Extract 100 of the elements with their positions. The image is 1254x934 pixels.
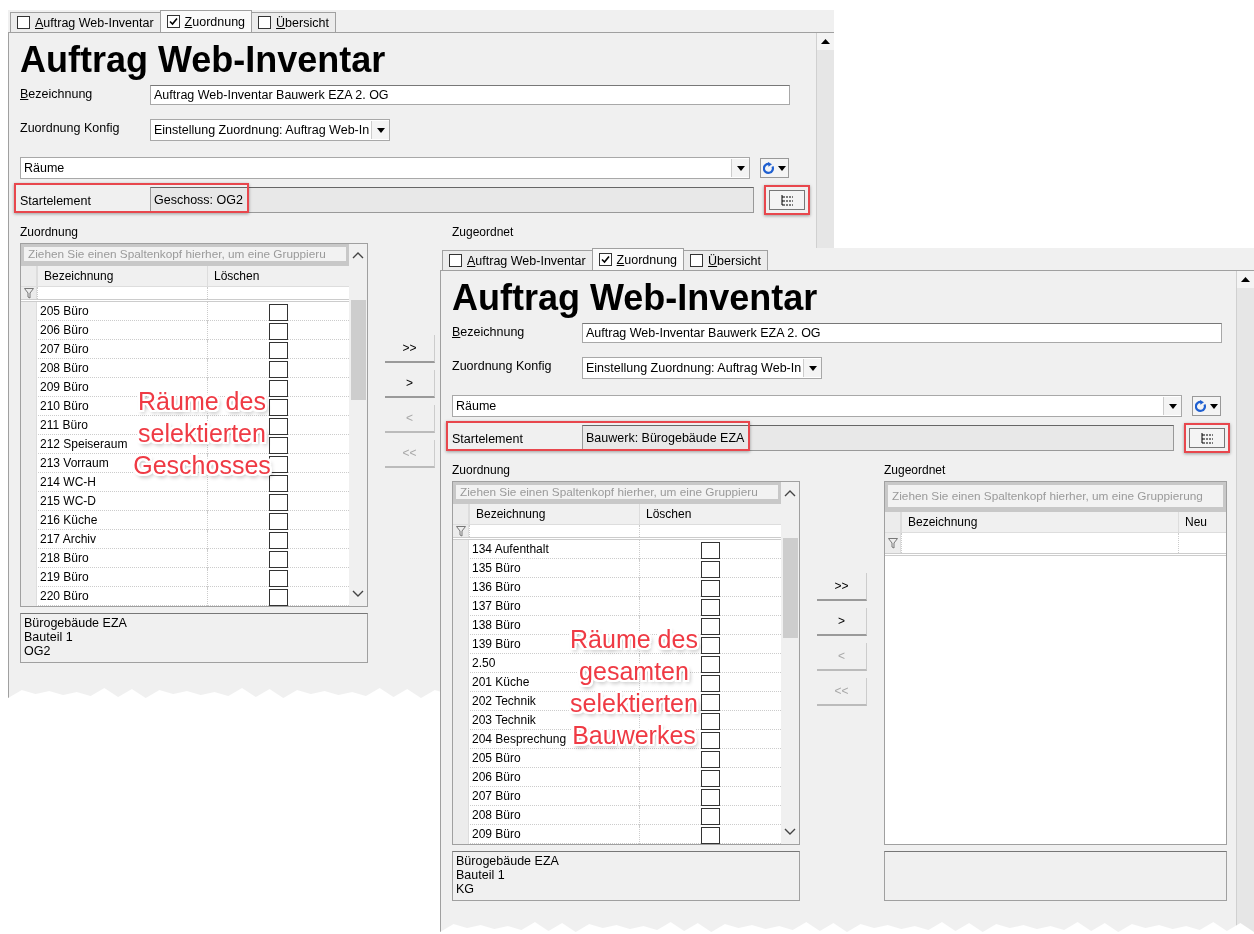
scrollbar[interactable] [349, 244, 367, 606]
caret-icon [736, 165, 745, 171]
column-header[interactable]: Bezeichnung [469, 504, 639, 524]
table-cell-text: 207 Büro [471, 788, 522, 805]
table-cell-text: 209 Büro [471, 826, 522, 843]
caret-icon [778, 165, 786, 171]
scroll-thumb[interactable] [782, 538, 798, 638]
table-cell-text: 202 Technik [471, 693, 537, 710]
checkbox[interactable] [269, 418, 288, 435]
table-cell-text: 217 Archiv [39, 531, 98, 548]
table-cell-text: 2.50 [471, 655, 497, 672]
chevron-down-icon [784, 828, 796, 836]
scroll-thumb[interactable] [350, 300, 366, 400]
chevron-up-icon [352, 252, 364, 260]
start-element-field: Bauwerk: Bürogebäude EZA [582, 425, 1174, 451]
checkbox[interactable] [701, 827, 720, 844]
scroll-up-icon [1241, 277, 1250, 282]
checkbox[interactable] [598, 253, 612, 266]
checkbox[interactable] [269, 494, 288, 511]
checkbox[interactable] [269, 513, 288, 530]
table-cell-text: 136 Büro [471, 579, 522, 596]
checkbox[interactable] [269, 551, 288, 568]
checkbox[interactable] [269, 437, 288, 454]
table-cell-text: 209 Büro [39, 379, 90, 396]
tab[interactable]: Übersicht [683, 250, 768, 270]
checkbox[interactable] [701, 599, 720, 616]
row-selector[interactable] [453, 525, 469, 537]
text-field[interactable]: Auftrag Web-Inventar Bauwerk EZA 2. OG [150, 85, 790, 105]
text-field[interactable]: Auftrag Web-Inventar Bauwerk EZA 2. OG [582, 323, 1222, 343]
checkbox[interactable] [269, 399, 288, 416]
table-cell-text: 205 Büro [471, 750, 522, 767]
checkbox[interactable] [269, 532, 288, 549]
checkbox[interactable] [701, 732, 720, 749]
row-selector[interactable] [885, 533, 901, 553]
table-cell-text: 220 Büro [39, 588, 90, 605]
checkbox[interactable] [701, 618, 720, 635]
tab[interactable]: Zuordnung [159, 10, 253, 32]
checkbox[interactable] [269, 323, 288, 340]
column-header[interactable]: Neu [1178, 512, 1226, 532]
checkbox[interactable] [258, 16, 272, 29]
checkbox[interactable] [269, 570, 288, 587]
transfer-button[interactable]: > [385, 370, 435, 398]
checkbox[interactable] [166, 15, 180, 28]
field-label: Startelement [20, 193, 92, 208]
tab[interactable]: Zuordnung [591, 248, 685, 270]
scrollbar[interactable] [781, 482, 799, 844]
checkbox[interactable] [690, 254, 704, 267]
checkbox[interactable] [269, 304, 288, 321]
transfer-button[interactable]: >> [385, 335, 435, 363]
field-label: Zuordnung Konfig [452, 358, 553, 373]
table-cell-text: 218 Büro [39, 550, 90, 567]
tab[interactable]: Auftrag Web-Inventar [442, 250, 593, 270]
field-label: Startelement [452, 431, 524, 446]
caret-icon [1168, 403, 1177, 409]
transfer-button[interactable]: > [817, 608, 867, 636]
tab[interactable]: Auftrag Web-Inventar [10, 12, 161, 32]
chevron-down-icon [352, 590, 364, 598]
config-dropdown[interactable]: Einstellung Zuordnung: Auftrag Web-In [582, 357, 822, 379]
table-cell-text: 219 Büro [39, 569, 90, 586]
caret-icon [808, 365, 817, 371]
table-cell-text: 204 Besprechung [471, 731, 568, 748]
checkbox[interactable] [701, 542, 720, 559]
checkbox[interactable] [701, 770, 720, 787]
type-dropdown[interactable]: Räume [452, 395, 1182, 417]
checkbox[interactable] [269, 589, 288, 606]
checkbox[interactable] [701, 713, 720, 730]
annotation-text: selektierten [138, 418, 266, 449]
refresh-button[interactable] [1192, 396, 1221, 416]
refresh-button[interactable] [760, 158, 789, 178]
checkbox[interactable] [701, 694, 720, 711]
checkbox[interactable] [701, 751, 720, 768]
checkbox[interactable] [269, 475, 288, 492]
path-text: Bürogebäude EZA [456, 854, 560, 868]
tab[interactable]: Übersicht [251, 12, 336, 32]
column-header[interactable]: Bezeichnung [37, 266, 207, 286]
table-cell-text: 206 Büro [471, 769, 522, 786]
checkbox[interactable] [701, 808, 720, 825]
transfer-button[interactable]: >> [817, 573, 867, 601]
checkbox[interactable] [269, 342, 288, 359]
checkbox[interactable] [17, 16, 30, 29]
checkbox[interactable] [701, 789, 720, 806]
table-cell-text: 213 Vorraum [39, 455, 110, 472]
row-selector[interactable] [21, 287, 37, 299]
checkbox[interactable] [701, 675, 720, 692]
column-header[interactable]: Bezeichnung [901, 512, 1178, 532]
type-dropdown[interactable]: Räume [20, 157, 750, 179]
config-dropdown[interactable]: Einstellung Zuordnung: Auftrag Web-In [150, 119, 390, 141]
table-cell-text: 201 Küche [471, 674, 531, 691]
checkbox[interactable] [269, 456, 288, 473]
checkbox[interactable] [701, 637, 720, 654]
checkbox[interactable] [701, 580, 720, 597]
checkbox[interactable] [701, 561, 720, 578]
checkbox[interactable] [269, 380, 288, 397]
scrollbar[interactable] [1236, 271, 1254, 934]
filter-icon [455, 525, 466, 537]
checkbox[interactable] [269, 361, 288, 378]
caret-icon [1210, 403, 1218, 409]
checkbox[interactable] [449, 254, 462, 267]
annotation-text: Räume des [570, 624, 698, 655]
checkbox[interactable] [701, 656, 720, 673]
